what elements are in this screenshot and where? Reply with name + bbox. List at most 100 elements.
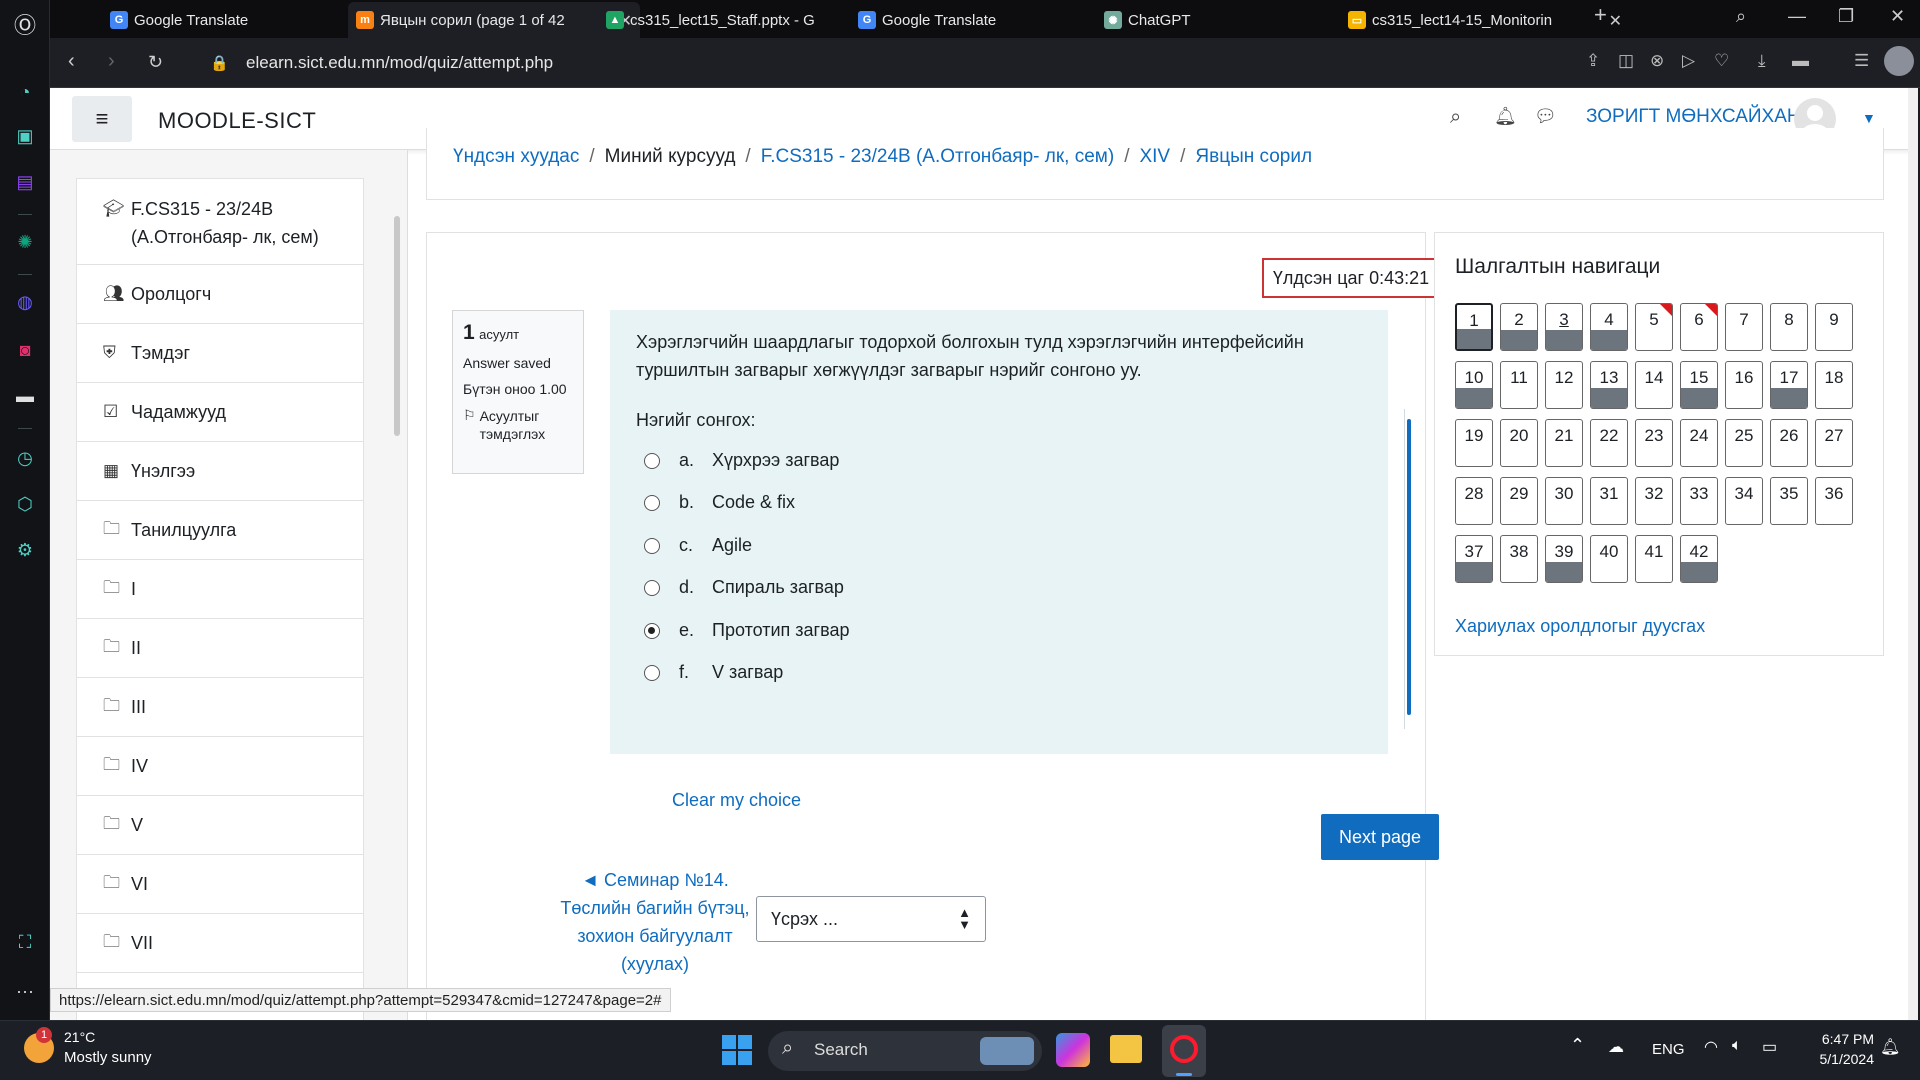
quiz-nav-button-1[interactable]: 1 bbox=[1455, 303, 1493, 351]
user-name[interactable]: ЗОРИГТ МӨНХСАЙХАН bbox=[1586, 106, 1801, 128]
easy-setup-icon[interactable]: ☰ bbox=[1854, 51, 1869, 71]
language-indicator[interactable]: ENG bbox=[1652, 1041, 1685, 1058]
settings-icon[interactable]: ⚙ bbox=[13, 538, 37, 562]
quiz-nav-button-10[interactable]: 10 bbox=[1455, 361, 1493, 409]
quiz-nav-button-41[interactable]: 41 bbox=[1635, 535, 1673, 583]
tab-5[interactable]: ▭ cs315_lect14-15_Monitorin ✕ bbox=[1340, 2, 1630, 38]
quiz-nav-button-11[interactable]: 11 bbox=[1500, 361, 1538, 409]
chatgpt-sidebar-icon[interactable]: ✺ bbox=[13, 230, 37, 254]
quiz-nav-button-30[interactable]: 30 bbox=[1545, 477, 1583, 525]
site-name[interactable]: MOODLE-SICT bbox=[158, 108, 316, 134]
answer-scrollbar[interactable] bbox=[1404, 409, 1412, 729]
twitch-icon[interactable]: ▤ bbox=[13, 170, 37, 194]
breadcrumb-quiz[interactable]: Явцын сорил bbox=[1195, 146, 1312, 167]
breadcrumb-home[interactable]: Үндсэн хуудас bbox=[453, 146, 579, 167]
quiz-nav-button-19[interactable]: 19 bbox=[1455, 419, 1493, 467]
radio-button-selected[interactable] bbox=[644, 622, 660, 639]
quiz-nav-button-23[interactable]: 23 bbox=[1635, 419, 1673, 467]
drawer-item-competencies[interactable]: ☑ Чадамжууд bbox=[76, 382, 364, 441]
weather-temp[interactable]: 21°C bbox=[64, 1029, 95, 1045]
bell-icon[interactable]: 🔔︎ bbox=[1494, 106, 1517, 127]
clock-date[interactable]: 5/1/2024 bbox=[1804, 1051, 1875, 1067]
quiz-nav-button-9[interactable]: 9 bbox=[1815, 303, 1853, 351]
speed-dial-icon[interactable]: ◔ bbox=[13, 80, 37, 104]
quiz-nav-button-26[interactable]: 26 bbox=[1770, 419, 1808, 467]
onedrive-icon[interactable]: ☁ bbox=[1608, 1037, 1624, 1057]
drawer-item-section[interactable]: 🗀 III bbox=[76, 677, 364, 736]
copilot-icon[interactable] bbox=[1056, 1033, 1090, 1067]
quiz-nav-button-40[interactable]: 40 bbox=[1590, 535, 1628, 583]
reload-icon[interactable]: ↻ bbox=[148, 52, 163, 73]
answer-option-b[interactable]: b. Code & fix bbox=[644, 492, 795, 513]
answer-option-c[interactable]: c. Agile bbox=[644, 535, 752, 556]
previous-activity-link[interactable]: ◄ Семинар №14. Төслийн багийн бүтэц, зох… bbox=[550, 866, 760, 978]
radio-button[interactable] bbox=[644, 494, 660, 511]
answer-option-d[interactable]: d. Спираль загвар bbox=[644, 577, 844, 598]
quiz-nav-button-12[interactable]: 12 bbox=[1545, 361, 1583, 409]
taskbar-search[interactable]: ⌕ Search bbox=[768, 1031, 1042, 1071]
answer-option-e[interactable]: e. Прототип загвар bbox=[644, 620, 849, 641]
back-icon[interactable]: ‹ bbox=[68, 50, 75, 73]
quiz-nav-button-33[interactable]: 33 bbox=[1680, 477, 1718, 525]
minimize-icon[interactable]: — bbox=[1788, 6, 1806, 27]
quiz-nav-button-28[interactable]: 28 bbox=[1455, 477, 1493, 525]
share-icon[interactable]: ⇪ bbox=[1586, 51, 1600, 71]
quiz-nav-button-31[interactable]: 31 bbox=[1590, 477, 1628, 525]
opera-logo-icon[interactable]: Ⓞ bbox=[13, 12, 37, 38]
drawer-item-section[interactable]: 🗀 VII bbox=[76, 913, 364, 972]
quiz-nav-button-3[interactable]: 3 bbox=[1545, 303, 1583, 351]
drawer-toggle-button[interactable]: ≡ bbox=[72, 96, 132, 142]
download-icon[interactable]: ⤓ bbox=[1758, 51, 1766, 71]
answer-option-a[interactable]: a. Хүрхрээ загвар bbox=[644, 450, 839, 471]
finish-attempt-link[interactable]: Хариулах оролдлогыг дуусгах bbox=[1455, 616, 1705, 637]
camera-icon[interactable]: ◫ bbox=[1618, 51, 1634, 71]
clock-time[interactable]: 6:47 PM bbox=[1804, 1031, 1874, 1047]
tab-1[interactable]: m Явцын сорил (page 1 of 42 ✕ bbox=[348, 2, 640, 38]
quiz-nav-button-16[interactable]: 16 bbox=[1725, 361, 1763, 409]
wifi-icon[interactable]: ◠ bbox=[1704, 1037, 1718, 1057]
restore-icon[interactable]: ❐ bbox=[1838, 6, 1854, 27]
quiz-nav-button-15[interactable]: 15 bbox=[1680, 361, 1718, 409]
quiz-nav-button-38[interactable]: 38 bbox=[1500, 535, 1538, 583]
volume-icon[interactable]: 🔈︎ bbox=[1732, 1037, 1742, 1055]
quiz-nav-button-27[interactable]: 27 bbox=[1815, 419, 1853, 467]
tab-3[interactable]: G Google Translate ✕ bbox=[850, 2, 1126, 38]
drawer-item-section[interactable]: 🗀 IV bbox=[76, 736, 364, 795]
adblock-icon[interactable]: ⊗ bbox=[1650, 51, 1664, 71]
search-tabs-icon[interactable]: ⌕ bbox=[1736, 6, 1746, 27]
drawer-item-section[interactable]: 🗀 II bbox=[76, 618, 364, 677]
opera-taskbar-button[interactable] bbox=[1162, 1025, 1206, 1077]
quiz-nav-button-18[interactable]: 18 bbox=[1815, 361, 1853, 409]
quiz-nav-button-2[interactable]: 2 bbox=[1500, 303, 1538, 351]
tab-4[interactable]: ✺ ChatGPT ✕ bbox=[1096, 2, 1376, 38]
more-icon[interactable]: ⋯ bbox=[13, 980, 37, 1004]
drawer-item-course[interactable]: 🎓︎ F.CS315 - 23/24B (А.Отгонбаяр- лк, се… bbox=[76, 178, 364, 264]
bag-icon[interactable]: ▣ bbox=[13, 124, 37, 148]
quiz-nav-button-17[interactable]: 17 bbox=[1770, 361, 1808, 409]
new-tab-icon[interactable]: + bbox=[1594, 2, 1607, 28]
heart-icon[interactable]: ♡ bbox=[1714, 51, 1729, 71]
discord-icon[interactable]: ▬ bbox=[13, 384, 37, 408]
quiz-nav-button-6[interactable]: 6 bbox=[1680, 303, 1718, 351]
file-explorer-icon[interactable] bbox=[1110, 1035, 1142, 1063]
radio-button[interactable] bbox=[644, 537, 660, 554]
quiz-nav-button-34[interactable]: 34 bbox=[1725, 477, 1763, 525]
quiz-nav-button-21[interactable]: 21 bbox=[1545, 419, 1583, 467]
drawer-item-grades[interactable]: ▦ Үнэлгээ bbox=[76, 441, 364, 500]
search-icon[interactable]: ⌕ bbox=[1450, 106, 1461, 129]
quiz-nav-button-29[interactable]: 29 bbox=[1500, 477, 1538, 525]
weather-desc[interactable]: Mostly sunny bbox=[64, 1049, 152, 1066]
quiz-nav-button-8[interactable]: 8 bbox=[1770, 303, 1808, 351]
drawer-item-section[interactable]: 🗀 I bbox=[76, 559, 364, 618]
close-window-icon[interactable]: ✕ bbox=[1890, 6, 1905, 27]
answer-option-f[interactable]: f. V загвар bbox=[644, 662, 783, 683]
breadcrumb-course[interactable]: F.CS315 - 23/24B (А.Отгонбаяр- лк, сем) bbox=[761, 146, 1114, 167]
radio-button[interactable] bbox=[644, 452, 660, 469]
quiz-nav-button-39[interactable]: 39 bbox=[1545, 535, 1583, 583]
instagram-icon[interactable]: ◙ bbox=[13, 338, 37, 362]
quiz-nav-button-35[interactable]: 35 bbox=[1770, 477, 1808, 525]
notification-bell-icon[interactable]: 🔔︎ bbox=[1880, 1037, 1900, 1057]
tab-0[interactable]: G Google Translate ✕ bbox=[102, 2, 382, 38]
clear-choice-link[interactable]: Clear my choice bbox=[672, 790, 801, 811]
battery-saver-icon[interactable]: ▬ bbox=[1792, 51, 1809, 71]
